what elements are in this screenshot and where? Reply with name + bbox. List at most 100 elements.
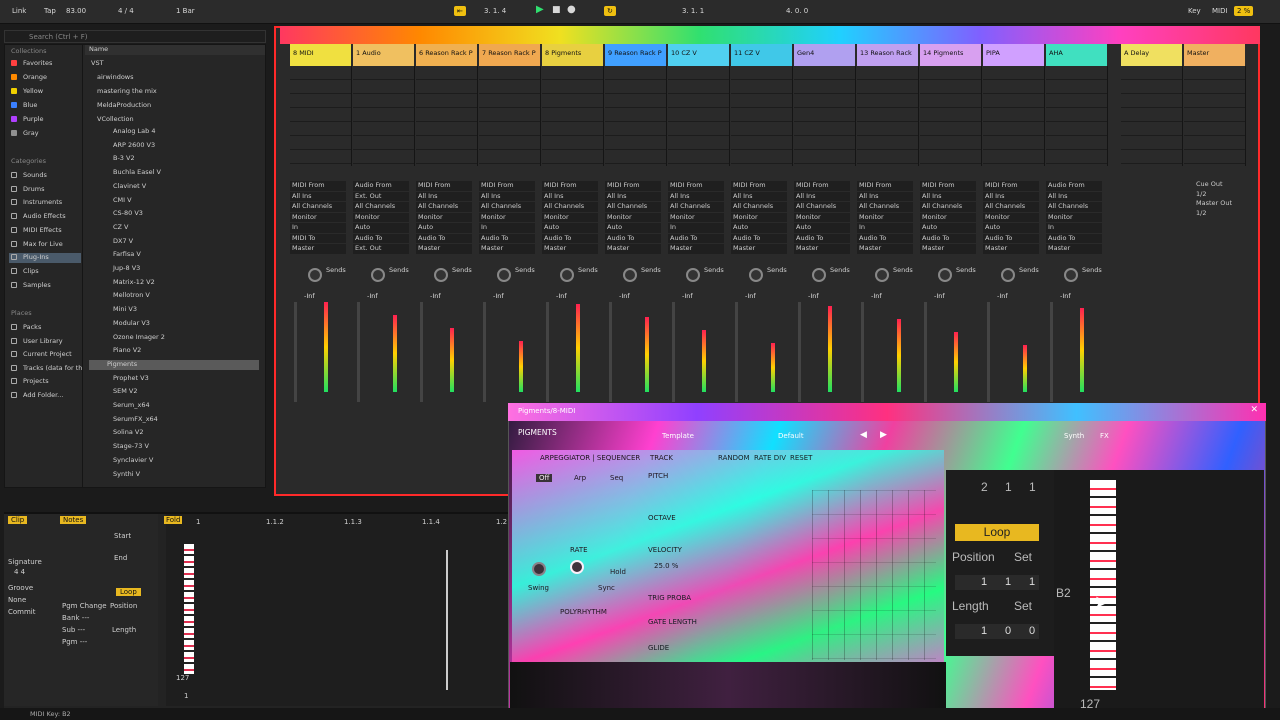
monitor-label[interactable]: Monitor: [416, 212, 472, 222]
plugin-item[interactable]: Mini V3: [113, 305, 137, 315]
fader-track[interactable]: [294, 302, 297, 402]
clip-slot[interactable]: [983, 80, 1044, 94]
collection-orange[interactable]: Orange: [11, 73, 47, 83]
clip-slot[interactable]: [479, 122, 540, 136]
collection-blue[interactable]: Blue: [11, 101, 37, 111]
rate-div-button[interactable]: RATE DIV: [754, 454, 786, 462]
clip-slot[interactable]: [920, 150, 981, 164]
collection-gray[interactable]: Gray: [11, 129, 39, 139]
fx-tab[interactable]: FX: [1100, 432, 1109, 440]
bank-field[interactable]: Bank ---: [62, 614, 89, 622]
input-source[interactable]: All Ins: [542, 191, 598, 201]
pgm-field[interactable]: Pgm ---: [62, 638, 87, 646]
clip-slot[interactable]: [920, 108, 981, 122]
clip-slot[interactable]: [479, 80, 540, 94]
input-type[interactable]: MIDI From: [983, 181, 1039, 191]
clip-slot[interactable]: [857, 150, 918, 164]
name-column-header[interactable]: Name: [85, 45, 265, 55]
follow-icon[interactable]: ⇤: [454, 6, 466, 16]
next-preset-icon[interactable]: ▶: [880, 430, 887, 440]
clip-slot[interactable]: [731, 80, 792, 94]
place-item[interactable]: Tracks (data for th: [11, 364, 82, 374]
input-type[interactable]: MIDI From: [605, 181, 661, 191]
clip-slot[interactable]: [794, 80, 855, 94]
time-signature[interactable]: 4 / 4: [118, 7, 134, 15]
input-type[interactable]: MIDI From: [668, 181, 724, 191]
link-button[interactable]: Link: [12, 7, 26, 15]
volume-value[interactable]: -Inf: [808, 292, 819, 300]
clip-slots[interactable]: [290, 66, 352, 166]
folder-item[interactable]: MeldaProduction: [97, 101, 151, 111]
preset-name[interactable]: Default: [778, 432, 804, 440]
monitor-mode[interactable]: Auto: [416, 223, 472, 233]
fader-track[interactable]: [609, 302, 612, 402]
position-set-button[interactable]: Set: [1014, 550, 1032, 564]
clip-slot[interactable]: [542, 150, 603, 164]
clip-slot[interactable]: [731, 150, 792, 164]
clip-slot[interactable]: [731, 122, 792, 136]
output-dest[interactable]: Master: [416, 244, 472, 254]
clip-slot[interactable]: [353, 80, 414, 94]
output-type[interactable]: Audio To: [731, 233, 787, 243]
tab-notes[interactable]: Notes: [60, 516, 87, 524]
input-channel[interactable]: All Channels: [983, 202, 1039, 212]
track-header[interactable]: PIPA: [983, 44, 1044, 66]
monitor-label[interactable]: Monitor: [857, 212, 913, 222]
input-source[interactable]: All Ins: [605, 191, 661, 201]
clip-slot[interactable]: [605, 66, 666, 80]
output-type[interactable]: Audio To: [1046, 233, 1102, 243]
place-item[interactable]: Packs: [11, 323, 41, 333]
volume-value[interactable]: -Inf: [745, 292, 756, 300]
category-instruments[interactable]: Instruments: [11, 198, 62, 208]
fader-track[interactable]: [861, 302, 864, 402]
clip-slot[interactable]: [731, 136, 792, 150]
clip-slot[interactable]: [983, 136, 1044, 150]
plugin-item[interactable]: SEM V2: [113, 387, 138, 397]
master-out-value[interactable]: 1/2: [1196, 209, 1256, 219]
clip-slot[interactable]: [479, 94, 540, 108]
plugin-item[interactable]: Serum_x64: [113, 401, 150, 411]
output-dest[interactable]: Master: [1046, 244, 1102, 254]
clip-slot[interactable]: [542, 80, 603, 94]
clip-slot[interactable]: [983, 66, 1044, 80]
monitor-label[interactable]: Monitor: [542, 212, 598, 222]
clip-slot[interactable]: [668, 122, 729, 136]
input-channel[interactable]: All Channels: [1046, 202, 1102, 212]
off-mode-button[interactable]: Off: [536, 474, 553, 482]
browser-search[interactable]: Search (Ctrl + F): [4, 30, 266, 43]
input-source[interactable]: All Ins: [920, 191, 976, 201]
input-type[interactable]: MIDI From: [479, 181, 535, 191]
fader-track[interactable]: [357, 302, 360, 402]
plugin-item[interactable]: Clavinet V: [113, 182, 146, 192]
clip-slot[interactable]: [605, 150, 666, 164]
clip-slot[interactable]: [1184, 94, 1245, 108]
hold-toggle[interactable]: Hold: [610, 568, 626, 576]
input-source[interactable]: All Ins: [668, 191, 724, 201]
input-source[interactable]: All Ins: [731, 191, 787, 201]
position-fields[interactable]: 1 1 1: [955, 575, 1039, 590]
track-header[interactable]: A Delay: [1121, 44, 1182, 66]
output-type[interactable]: Audio To: [983, 233, 1039, 243]
key-map-button[interactable]: Key: [1188, 7, 1201, 15]
volume-value[interactable]: -Inf: [619, 292, 630, 300]
clip-slot[interactable]: [857, 122, 918, 136]
length-fields[interactable]: 1 0 0: [955, 624, 1039, 639]
clip-slot[interactable]: [920, 94, 981, 108]
plugin-titlebar[interactable]: Pigments/8-MIDI ✕: [508, 403, 1266, 421]
ruler-mark[interactable]: 1.1.3: [344, 518, 362, 526]
monitor-label[interactable]: Monitor: [1046, 212, 1102, 222]
volume-value[interactable]: -Inf: [493, 292, 504, 300]
sync-toggle[interactable]: Sync: [598, 584, 615, 592]
plugin-item[interactable]: B-3 V2: [113, 154, 135, 164]
seq-mode-button[interactable]: Seq: [610, 474, 623, 482]
category-plug-ins[interactable]: Plug-Ins: [9, 253, 81, 264]
commit-button[interactable]: Commit: [8, 608, 36, 616]
clip-slot[interactable]: [416, 66, 477, 80]
track-header[interactable]: 9 Reason Rack P: [605, 44, 666, 66]
record-icon[interactable]: ●: [567, 4, 576, 15]
clip-slot[interactable]: [542, 122, 603, 136]
clip-slot[interactable]: [290, 122, 351, 136]
plugin-item[interactable]: Analog Lab 4: [113, 127, 155, 137]
input-type[interactable]: MIDI From: [416, 181, 472, 191]
plugin-item[interactable]: Stage-73 V: [113, 442, 149, 452]
